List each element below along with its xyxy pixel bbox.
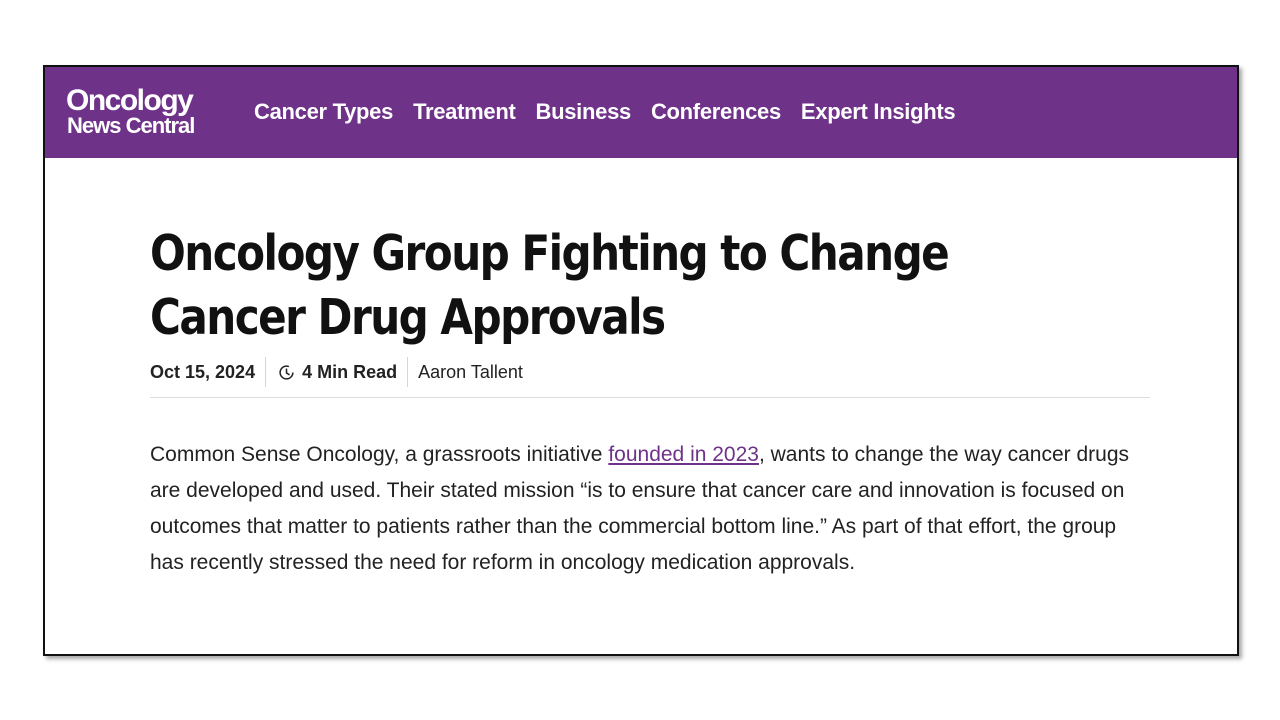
article-body-paragraph: Common Sense Oncology, a grassroots init… xyxy=(150,437,1150,581)
nav-item-treatment[interactable]: Treatment xyxy=(413,99,516,125)
article-header: Oncology Group Fighting to Change Cancer … xyxy=(150,222,1150,350)
article-meta: Oct 15, 2024 4 Min Read Aaron Tallent xyxy=(150,355,523,389)
body-text-start: Common Sense Oncology, a grassroots init… xyxy=(150,443,609,466)
headline-line-1: Oncology Group Fighting to Change xyxy=(150,225,950,282)
author-name[interactable]: Aaron Tallent xyxy=(408,357,523,387)
meta-divider xyxy=(150,397,1150,398)
screenshot-frame: Oncology News Central Cancer Types Treat… xyxy=(43,65,1239,656)
publish-date: Oct 15, 2024 xyxy=(150,357,267,387)
site-logo[interactable]: Oncology News Central xyxy=(66,84,195,138)
founded-link[interactable]: founded in 2023 xyxy=(608,443,759,466)
read-time-label: 4 Min Read xyxy=(302,362,398,382)
nav-item-expert-insights[interactable]: Expert Insights xyxy=(801,99,956,125)
article-headline: Oncology Group Fighting to Change Cancer … xyxy=(150,222,1010,350)
read-time: 4 Min Read xyxy=(266,357,409,387)
logo-line-1: Oncology xyxy=(66,84,194,117)
top-navbar: Oncology News Central Cancer Types Treat… xyxy=(45,67,1237,158)
nav-item-cancer-types[interactable]: Cancer Types xyxy=(254,99,393,125)
nav-item-conferences[interactable]: Conferences xyxy=(651,99,781,125)
logo-line-2: News Central xyxy=(67,113,195,138)
nav-item-business[interactable]: Business xyxy=(536,99,632,125)
main-nav: Cancer Types Treatment Business Conferen… xyxy=(254,99,975,125)
clock-icon xyxy=(279,364,294,380)
headline-line-2: Cancer Drug Approvals xyxy=(150,289,666,346)
